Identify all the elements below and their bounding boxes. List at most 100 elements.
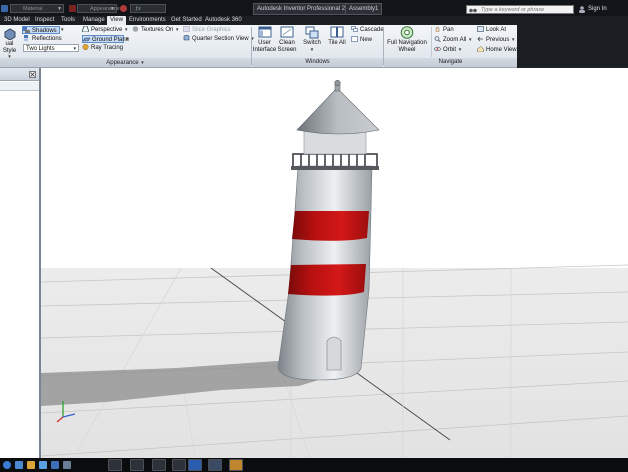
tab-view[interactable]: View bbox=[107, 16, 126, 25]
switch-button[interactable]: Switch ▼ bbox=[301, 26, 323, 53]
shadows-icon bbox=[23, 27, 30, 33]
appearance-dropdown[interactable]: Appearance ▼ bbox=[77, 4, 120, 13]
ray-tracing-label: Ray Tracing bbox=[91, 45, 124, 51]
close-icon bbox=[30, 72, 35, 77]
tab-environments[interactable]: Environments bbox=[129, 16, 166, 25]
app-menu-icon[interactable] bbox=[1, 5, 8, 12]
browser-close-button[interactable] bbox=[29, 71, 36, 78]
appearance-panel-label[interactable]: Appearance ▼ bbox=[0, 58, 251, 67]
chevron-down-icon: ▼ bbox=[175, 27, 180, 32]
clean-screen-label-1: Clean bbox=[279, 40, 295, 46]
taskbar-window-button[interactable] bbox=[208, 459, 222, 471]
full-navigation-wheel-label-1: Full Navigation bbox=[387, 40, 427, 46]
tab-manage[interactable]: Manage bbox=[83, 16, 105, 25]
material-dropdown[interactable]: Material ▼ bbox=[10, 4, 64, 13]
tab-3d-model[interactable]: 3D Model bbox=[4, 16, 30, 25]
navigate-panel-label: Navigate bbox=[384, 58, 517, 67]
inventor-icon[interactable] bbox=[229, 459, 243, 471]
orbit-icon bbox=[434, 46, 441, 52]
tile-all-button[interactable]: Tile All bbox=[326, 26, 348, 47]
new-window-label: New bbox=[360, 37, 373, 43]
orbit-label: Orbit bbox=[443, 47, 457, 53]
fx-parameters-button[interactable]: ƒx bbox=[130, 4, 166, 13]
title-bar: Material ▼ Appearance ▼ ƒx Autodesk Invent… bbox=[0, 0, 628, 16]
zoom-icon bbox=[434, 36, 441, 42]
previous-label: Previous bbox=[486, 37, 510, 43]
appearance-value: Appearance bbox=[90, 6, 120, 12]
ground-plane-button[interactable]: Ground Plane bbox=[82, 35, 129, 43]
tab-get-started[interactable]: Get Started bbox=[171, 16, 202, 25]
taskbar-app-icon[interactable] bbox=[63, 461, 71, 469]
orbit-button[interactable]: Orbit ▼ bbox=[434, 46, 462, 54]
tab-inspect[interactable]: Inspect bbox=[35, 16, 54, 25]
visual-style-icon bbox=[4, 28, 15, 40]
home-view-button[interactable]: Home View bbox=[477, 46, 517, 54]
shadows-dropdown[interactable]: ▼ bbox=[60, 26, 66, 34]
search-input[interactable] bbox=[481, 6, 571, 13]
chevron-down-icon: ▼ bbox=[57, 6, 62, 12]
word-icon[interactable] bbox=[188, 459, 202, 471]
clean-screen-icon bbox=[280, 26, 294, 38]
lighthouse-finial bbox=[334, 79, 341, 87]
quarter-section-view-label: Quarter Section View bbox=[192, 36, 249, 42]
model-browser bbox=[0, 68, 41, 462]
perspective-button[interactable]: Perspective ▼ bbox=[82, 26, 129, 34]
taskbar-window-button[interactable] bbox=[130, 459, 144, 471]
perspective-icon bbox=[82, 26, 89, 32]
full-navigation-wheel-button[interactable]: Full Navigation Wheel bbox=[385, 26, 429, 53]
browser-toolbar[interactable] bbox=[0, 82, 39, 91]
lighting-style-dropdown[interactable]: Two Lights ▼ bbox=[23, 44, 79, 52]
taskbar-window-button[interactable] bbox=[172, 459, 186, 471]
clean-screen-label-2: Screen bbox=[277, 46, 297, 53]
clean-screen-button[interactable]: Clean Screen bbox=[276, 26, 298, 53]
browser-icon[interactable] bbox=[39, 461, 47, 469]
ray-tracing-icon bbox=[82, 44, 89, 50]
ground-plane-dropdown[interactable]: ▼ bbox=[125, 35, 131, 43]
visual-style-button[interactable]: ual Style ▼ bbox=[0, 28, 19, 61]
scene-canvas[interactable] bbox=[41, 68, 628, 462]
cascade-button[interactable]: Cascade bbox=[351, 26, 384, 34]
tab-tools[interactable]: Tools bbox=[61, 16, 75, 25]
red-band-upper bbox=[292, 211, 369, 241]
lighthouse-door bbox=[326, 336, 342, 371]
taskbar-app-icon[interactable] bbox=[51, 461, 59, 469]
switch-icon bbox=[305, 26, 319, 39]
home-view-label: Home View bbox=[486, 47, 517, 53]
ray-tracing-button[interactable]: Ray Tracing bbox=[82, 44, 123, 52]
material-color-icon[interactable] bbox=[69, 5, 76, 12]
graphics-viewport[interactable] bbox=[41, 68, 628, 462]
ribbon-tab-bar: 3D Model Inspect Tools Manage View Envir… bbox=[0, 16, 628, 25]
taskbar-window-button[interactable] bbox=[152, 459, 166, 471]
start-icon[interactable] bbox=[3, 461, 11, 469]
zoom-all-button[interactable]: Zoom All ▼ bbox=[434, 36, 472, 44]
new-window-button[interactable]: New bbox=[351, 36, 372, 44]
slice-graphics-button[interactable]: Slice Graphics bbox=[183, 26, 231, 34]
clear-appearance-icon[interactable] bbox=[120, 5, 127, 12]
quarter-section-icon bbox=[183, 35, 190, 41]
tab-autodesk-360[interactable]: Autodesk 360 bbox=[205, 16, 242, 25]
full-navigation-wheel-label-2: Wheel bbox=[398, 46, 416, 53]
user-interface-button[interactable]: User Interface bbox=[252, 26, 277, 53]
sign-in-link[interactable]: Sign In bbox=[588, 6, 607, 12]
tile-all-icon bbox=[330, 26, 344, 38]
ground-plane-label: Ground Plane bbox=[92, 37, 130, 43]
taskbar-app-icon[interactable] bbox=[15, 461, 23, 469]
chevron-down-icon: ▼ bbox=[140, 60, 145, 65]
textures-on-button[interactable]: Textures On ▼ bbox=[132, 26, 180, 34]
quarter-section-view-button[interactable]: Quarter Section View ▼ bbox=[183, 35, 255, 43]
search-box[interactable] bbox=[466, 5, 574, 14]
reflections-button[interactable]: Reflections bbox=[23, 35, 62, 43]
previous-icon bbox=[477, 36, 483, 42]
previous-view-button[interactable]: Previous ▼ bbox=[477, 36, 515, 44]
taskbar-window-button[interactable] bbox=[108, 459, 122, 471]
folder-icon[interactable] bbox=[27, 461, 35, 469]
look-at-button[interactable]: Look At bbox=[477, 26, 506, 34]
chevron-down-icon: ▼ bbox=[110, 6, 115, 12]
ribbon: ual Style ▼ Shadows ▼ Reflections Two Li… bbox=[0, 25, 517, 68]
material-value: Material bbox=[23, 6, 43, 12]
zoom-all-label: Zoom All bbox=[443, 37, 467, 43]
pan-button[interactable]: Pan bbox=[434, 26, 454, 34]
shadows-button[interactable]: Shadows bbox=[22, 26, 60, 34]
lights-label: Two Lights bbox=[26, 46, 55, 52]
look-at-label: Look At bbox=[486, 27, 507, 33]
